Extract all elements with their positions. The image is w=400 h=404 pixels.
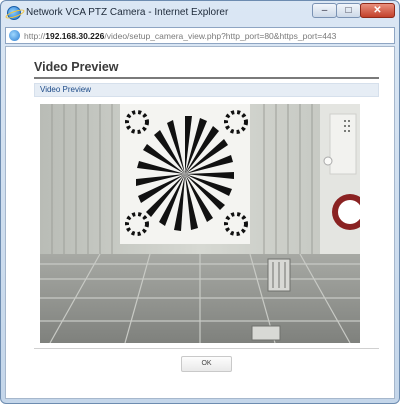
internet-explorer-icon — [7, 6, 21, 20]
maximize-icon: □ — [345, 5, 352, 16]
ok-button[interactable]: OK — [181, 356, 232, 372]
url-scheme: http:// — [24, 31, 46, 41]
window-title: Network VCA PTZ Camera - Internet Explor… — [26, 7, 229, 18]
address-url[interactable]: http://192.168.30.226/video/setup_camera… — [24, 31, 336, 41]
url-path: /video/setup_camera_view.php?http_port=8… — [104, 31, 337, 41]
address-bar[interactable]: http://192.168.30.226/video/setup_camera… — [5, 27, 395, 44]
browser-window: Network VCA PTZ Camera - Internet Explor… — [0, 0, 400, 404]
camera-feed-image — [40, 104, 360, 343]
video-preview — [40, 104, 360, 343]
url-host: 192.168.30.226 — [45, 31, 105, 41]
page-content: Video Preview Video Preview OK — [5, 46, 395, 399]
minimize-button[interactable]: – — [312, 3, 337, 18]
close-button[interactable]: ✕ — [360, 3, 395, 18]
close-icon: ✕ — [373, 5, 382, 16]
title-bar[interactable]: Network VCA PTZ Camera - Internet Explor… — [1, 1, 399, 25]
section-label: Video Preview — [40, 85, 91, 94]
internet-explorer-icon — [9, 30, 20, 41]
minimize-icon: – — [321, 5, 328, 16]
maximize-button[interactable]: □ — [336, 3, 361, 18]
page-title: Video Preview — [34, 60, 119, 74]
footer-divider — [34, 348, 379, 349]
section-header: Video Preview — [34, 83, 379, 97]
heading-divider — [34, 77, 379, 79]
